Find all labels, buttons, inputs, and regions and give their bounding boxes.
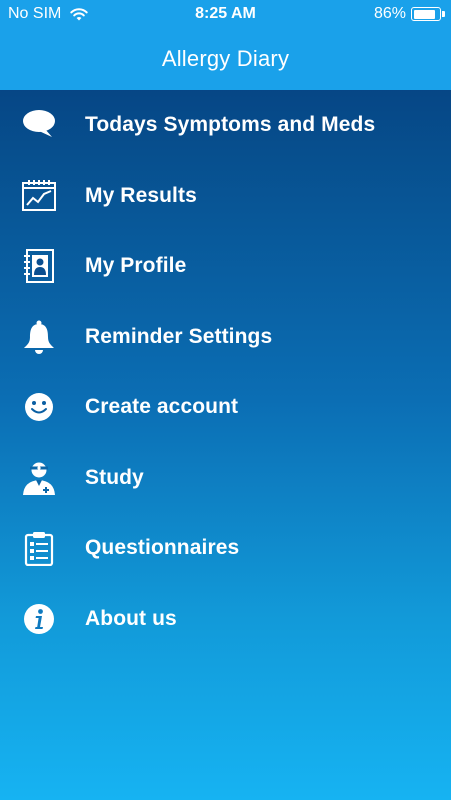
chart-calendar-icon: [21, 178, 57, 214]
menu-item-reminder-settings[interactable]: Reminder Settings: [0, 302, 451, 373]
info-icon: [21, 601, 57, 637]
menu-item-study[interactable]: Study: [0, 443, 451, 514]
menu-item-label: Todays Symptoms and Meds: [85, 113, 376, 137]
status-bar: No SIM 8:25 AM 86%: [0, 0, 451, 30]
bell-icon: [21, 319, 57, 355]
menu-item-todays-symptoms[interactable]: Todays Symptoms and Meds: [0, 90, 451, 161]
menu-item-questionnaires[interactable]: Questionnaires: [0, 513, 451, 584]
battery-percent: 86%: [373, 5, 406, 22]
menu-item-label: Questionnaires: [85, 536, 240, 560]
contact-book-icon: [21, 248, 57, 284]
menu-item-label: My Results: [85, 183, 197, 207]
menu-item-label: Study: [85, 465, 144, 489]
menu-item-label: Create account: [85, 395, 239, 419]
menu-item-about-us[interactable]: About us: [0, 584, 451, 655]
menu-item-create-account[interactable]: Create account: [0, 372, 451, 443]
speech-bubble-icon: [21, 107, 57, 143]
doctor-icon: [21, 460, 57, 496]
page-title: Allergy Diary: [161, 46, 290, 71]
header: No SIM 8:25 AM 86% Allergy Diary: [0, 0, 451, 90]
battery-icon: [411, 7, 445, 21]
smiley-icon: [21, 389, 57, 425]
menu-item-label: My Profile: [85, 254, 187, 278]
clipboard-icon: [21, 530, 57, 567]
menu-item-my-results[interactable]: My Results: [0, 161, 451, 232]
menu-item-my-profile[interactable]: My Profile: [0, 231, 451, 302]
battery-level: [413, 9, 435, 19]
menu-item-label: About us: [85, 606, 177, 630]
battery-status: 86%: [373, 5, 445, 23]
main-menu: Todays Symptoms and Meds My Results My P…: [0, 90, 451, 654]
menu-item-label: Reminder Settings: [85, 324, 273, 348]
